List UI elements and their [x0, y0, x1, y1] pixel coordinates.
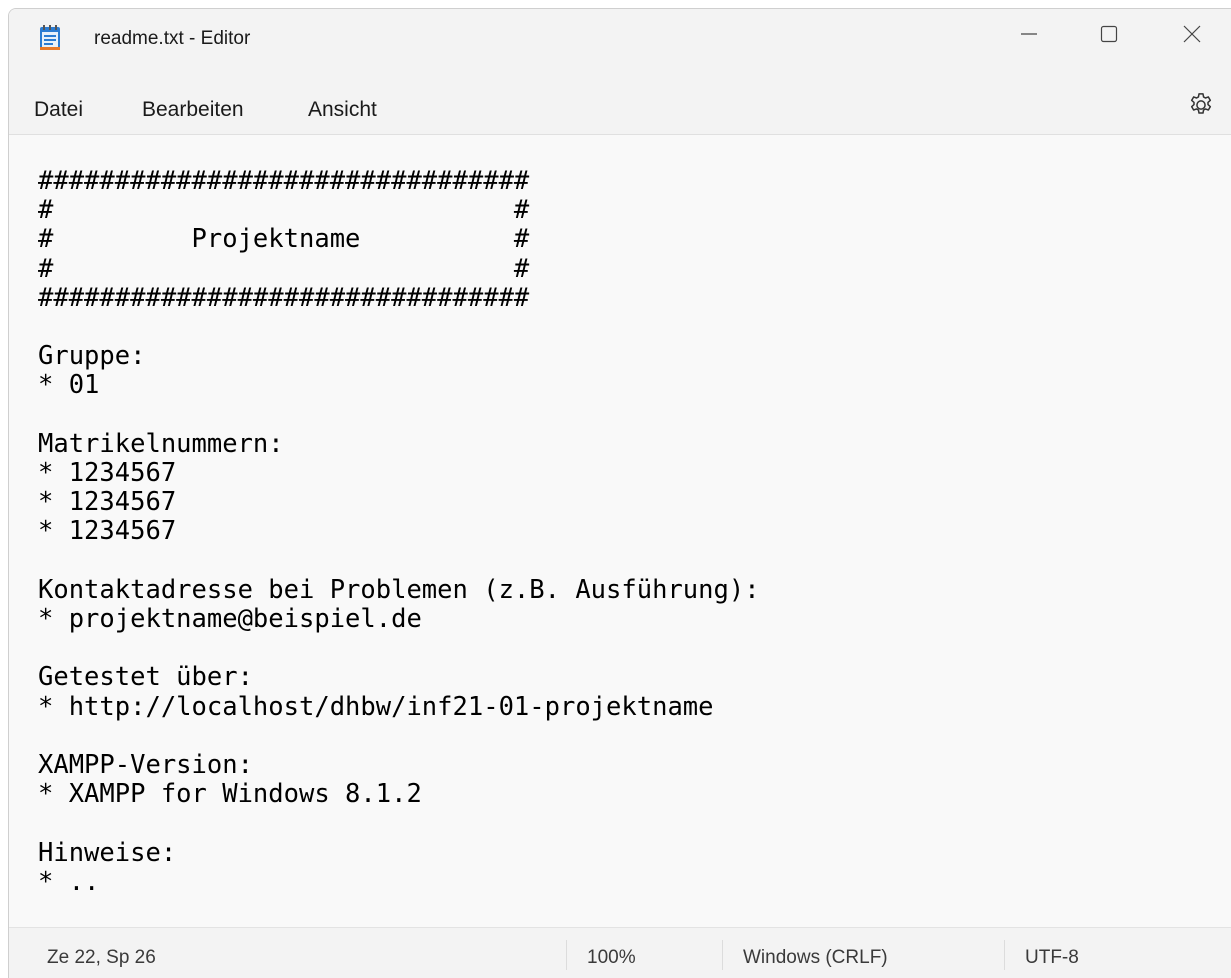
text-editor[interactable]: ################################ # # # P… [9, 135, 1231, 927]
close-icon [1183, 25, 1201, 43]
line-ending[interactable]: Windows (CRLF) [743, 947, 888, 969]
close-button[interactable] [1152, 9, 1231, 59]
window-title: readme.txt - Editor [94, 28, 251, 49]
menu-bearbeiten[interactable]: Bearbeiten [142, 98, 244, 122]
title-bar[interactable]: readme.txt - Editor [9, 9, 1231, 65]
menu-ansicht[interactable]: Ansicht [308, 98, 377, 122]
minimize-button[interactable] [989, 9, 1069, 59]
encoding[interactable]: UTF-8 [1025, 947, 1079, 969]
menu-bar: Datei Bearbeiten Ansicht [9, 65, 1231, 135]
status-separator [722, 940, 723, 970]
status-bar: Ze 22, Sp 26 100% Windows (CRLF) UTF-8 [9, 927, 1231, 978]
gear-icon[interactable] [1187, 91, 1215, 119]
notepad-icon [39, 25, 61, 51]
maximize-icon [1100, 25, 1118, 43]
notepad-window: readme.txt - Editor Datei Bearbeiten Ans… [8, 8, 1231, 978]
menu-datei[interactable]: Datei [34, 98, 83, 122]
status-separator [566, 940, 567, 970]
status-separator [1004, 940, 1005, 970]
minimize-icon [1020, 25, 1038, 43]
zoom-level[interactable]: 100% [587, 947, 636, 969]
maximize-button[interactable] [1069, 9, 1149, 59]
editor-text[interactable]: ################################ # # # P… [38, 166, 760, 897]
cursor-position: Ze 22, Sp 26 [47, 947, 156, 968]
